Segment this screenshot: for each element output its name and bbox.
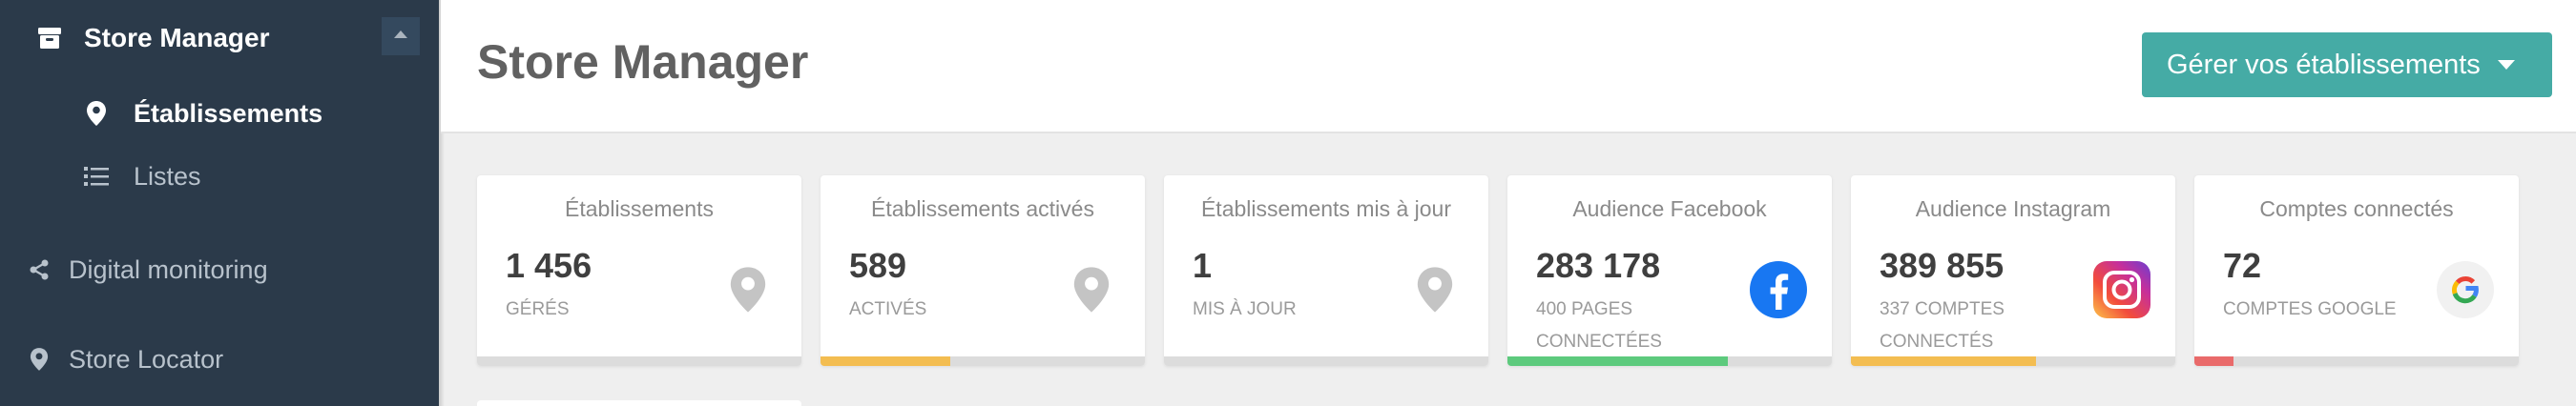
stat-card-etablissements-actives: Établissements activés 589 ACTIVÉS bbox=[821, 175, 1145, 366]
manage-button-label: Gérer vos établissements bbox=[2167, 49, 2481, 80]
progress-bar-fill bbox=[1507, 356, 1729, 366]
stat-card-etablissements: Établissements 1 456 GÉRÉS bbox=[477, 175, 801, 366]
page-header: Store Manager Gérer vos établissements bbox=[441, 0, 2576, 133]
card-value: 389 855 bbox=[1880, 246, 2005, 285]
card-title: Audience Facebook bbox=[1572, 196, 1767, 221]
collapse-button[interactable] bbox=[382, 17, 420, 55]
map-pin-icon bbox=[1061, 259, 1122, 320]
stat-card-audience-instagram: Audience Instagram 389 855 337 COMPTES C… bbox=[1851, 175, 2175, 366]
card-subtitle: GÉRÉS bbox=[506, 299, 570, 319]
card-title: Audience Instagram bbox=[1915, 196, 2111, 221]
stat-card-etablissements-mis-a-jour: Établissements mis à jour 1 MIS À JOUR bbox=[1164, 175, 1488, 366]
card-title: Établissements activés bbox=[871, 196, 1094, 221]
progress-bar-fill bbox=[1851, 356, 2036, 366]
card-value: 589 bbox=[849, 246, 907, 285]
sidebar-item-label: Digital monitoring bbox=[69, 254, 268, 284]
sidebar-item-digital-monitoring[interactable]: Digital monitoring bbox=[27, 250, 268, 290]
stat-card-comptes-connectes: Comptes connectés 72 COMPTES GOOGLE bbox=[2194, 175, 2519, 366]
sidebar-item-label: Établissements bbox=[134, 98, 323, 128]
sidebar-item-label: Listes bbox=[134, 161, 201, 191]
map-pin-icon bbox=[717, 259, 779, 320]
archive-box-icon bbox=[36, 25, 63, 51]
sidebar-item-store-locator[interactable]: Store Locator bbox=[27, 339, 223, 379]
progress-bar-fill bbox=[2194, 356, 2233, 366]
card-subtitle: ACTIVÉS bbox=[849, 299, 927, 319]
sidebar-item-label: Store Locator bbox=[69, 344, 224, 374]
card-value: 1 456 bbox=[506, 246, 592, 285]
progress-bar bbox=[821, 356, 1145, 366]
next-card-row-edge bbox=[477, 400, 801, 406]
list-icon bbox=[84, 164, 109, 189]
caret-up-icon bbox=[392, 28, 409, 45]
sidebar: Store Manager Établissements Listes Digi… bbox=[0, 0, 439, 406]
card-value: 283 178 bbox=[1536, 246, 1661, 285]
manage-establishments-button[interactable]: Gérer vos établissements bbox=[2142, 32, 2552, 97]
map-pin-icon bbox=[27, 347, 52, 372]
sidebar-item-listes[interactable]: Listes bbox=[84, 156, 201, 196]
card-value: 1 bbox=[1193, 246, 1213, 285]
caret-down-icon bbox=[2497, 60, 2515, 70]
card-title: Comptes connectés bbox=[2259, 196, 2454, 221]
progress-bar bbox=[1851, 356, 2175, 366]
card-subtitle: MIS À JOUR bbox=[1193, 299, 1297, 319]
map-pin-icon bbox=[84, 101, 109, 126]
sidebar-item-store-manager[interactable]: Store Manager bbox=[36, 17, 270, 59]
progress-bar-fill bbox=[821, 356, 950, 366]
card-subtitle: 337 COMPTES CONNECTÉS bbox=[1880, 299, 2005, 352]
progress-bar bbox=[1164, 356, 1488, 366]
stat-card-audience-facebook: Audience Facebook 283 178 400 PAGES CONN… bbox=[1507, 175, 1832, 366]
sidebar-item-label: Store Manager bbox=[84, 23, 270, 52]
google-icon bbox=[2435, 259, 2496, 320]
share-icon bbox=[27, 257, 52, 282]
card-subtitle: COMPTES GOOGLE bbox=[2223, 299, 2397, 319]
card-title: Établissements mis à jour bbox=[1200, 196, 1452, 221]
progress-bar bbox=[2194, 356, 2519, 366]
card-subtitle: 400 PAGES CONNECTÉES bbox=[1536, 299, 1662, 352]
facebook-icon bbox=[1748, 259, 1809, 320]
sidebar-item-etablissements[interactable]: Établissements bbox=[84, 93, 322, 133]
page-title: Store Manager bbox=[477, 35, 809, 89]
card-title: Établissements bbox=[565, 196, 714, 221]
card-value: 72 bbox=[2223, 246, 2262, 285]
map-pin-icon bbox=[1404, 259, 1465, 320]
progress-bar bbox=[1507, 356, 1832, 366]
instagram-icon bbox=[2091, 259, 2152, 320]
progress-bar bbox=[477, 356, 801, 366]
